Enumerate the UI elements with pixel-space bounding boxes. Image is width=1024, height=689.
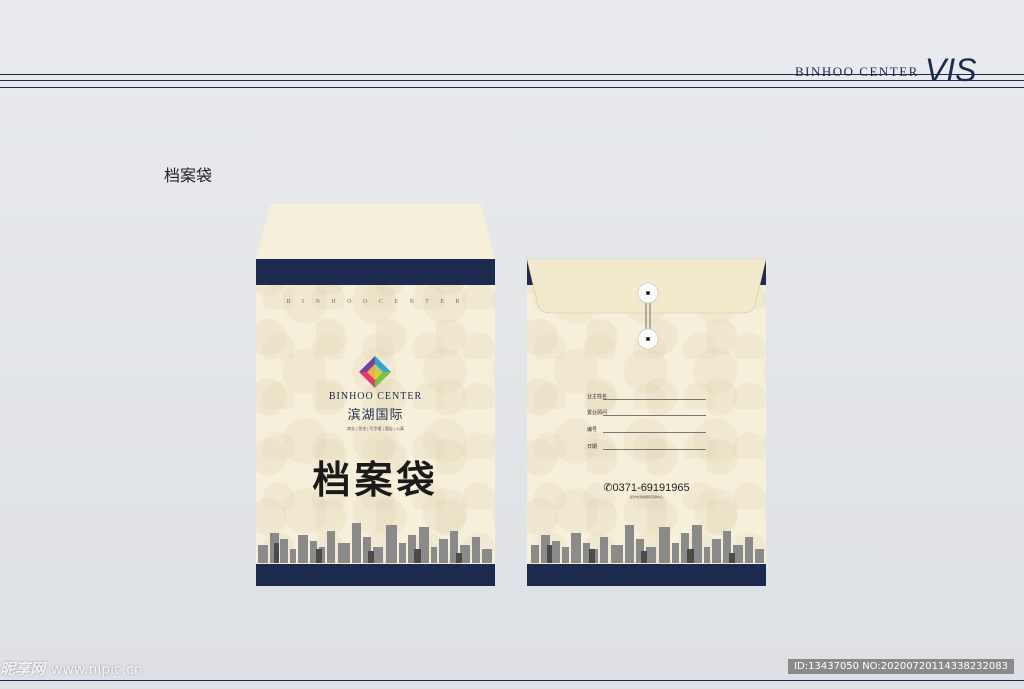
contact-phone: ✆0371-69191965 xyxy=(603,482,690,494)
city-skyline-front xyxy=(258,523,492,563)
logo-chinese: 滨湖国际 xyxy=(347,408,404,423)
section-title: 档案袋 xyxy=(164,166,213,185)
envelope-front: B I N H O O C E N T E R BINHOO CENTER 滨湖… xyxy=(256,204,495,586)
field-line-owner xyxy=(603,399,706,400)
envelope-back: 业主姓名 置业顾问 编号 日期 ✆0371-69191965 郑州市滨湖国际营销… xyxy=(527,259,766,586)
envelope-front-flap xyxy=(256,204,495,259)
front-bottom-band xyxy=(256,564,495,586)
footer-line xyxy=(0,680,1024,681)
logo-tagline: 商业 | 住宅 | 写字楼 | 酒店 | 公寓 xyxy=(346,426,405,431)
envelope-front-body: B I N H O O C E N T E R BINHOO CENTER 滨湖… xyxy=(256,259,495,586)
watermark-left: 昵享网 www.nipic.cn xyxy=(0,658,143,679)
field-label-number: 编号 xyxy=(587,427,598,433)
brand-name: BINHOO CENTER xyxy=(795,64,919,79)
front-spaced-text: B I N H O O C E N T E R xyxy=(286,299,465,305)
watermark-logo: 昵享网 xyxy=(0,660,46,678)
contact-address: 郑州市滨湖国际营销中心 xyxy=(629,495,663,499)
logo-english: BINHOO CENTER xyxy=(328,391,423,402)
watermark-url: www.nipic.cn xyxy=(51,662,143,678)
field-line-consultant xyxy=(603,415,706,416)
envelope-back-body: 业主姓名 置业顾问 编号 日期 ✆0371-69191965 郑州市滨湖国际营销… xyxy=(527,259,766,586)
watermark-id: ID:13437050 NO:20200720114338232083 xyxy=(788,659,1014,674)
field-label-date: 日期 xyxy=(587,444,598,450)
field-line-date xyxy=(603,449,706,450)
diamond-logo-icon xyxy=(359,356,391,388)
header-line-3 xyxy=(0,87,1024,88)
brand-vis: VIS xyxy=(924,52,977,88)
field-line-number xyxy=(603,432,706,433)
brand-header: BINHOO CENTER VIS xyxy=(795,50,976,86)
back-bottom-band xyxy=(527,564,766,586)
city-skyline-back xyxy=(531,525,764,563)
string-button-icon xyxy=(637,282,659,349)
front-top-band xyxy=(256,259,495,285)
front-title: 档案袋 xyxy=(312,457,439,502)
